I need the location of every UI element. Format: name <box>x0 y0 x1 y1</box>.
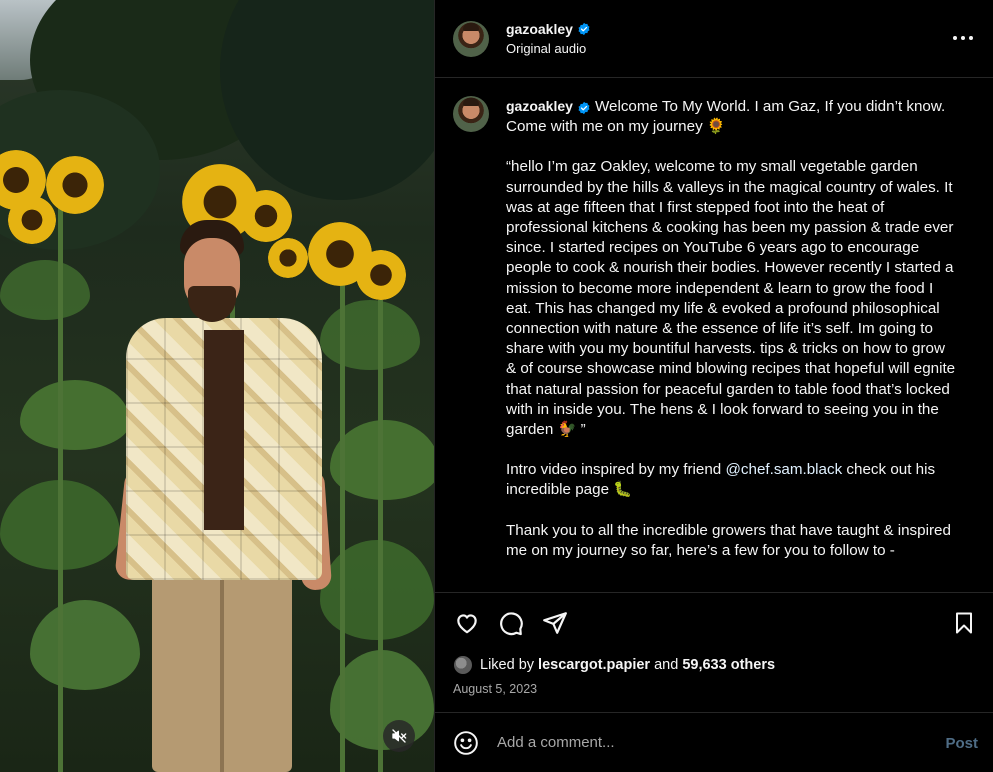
tree-foliage <box>220 0 434 200</box>
person-figure <box>114 220 333 772</box>
emoji-button[interactable] <box>453 730 479 756</box>
caption-paragraph: “hello I’m gaz Oakley, welcome to my sma… <box>506 158 960 439</box>
post-media[interactable] <box>0 0 434 772</box>
caption-section: gazoakley Welcome To My World. I am Gaz,… <box>435 78 993 592</box>
mention-link[interactable]: @chef.sam.black <box>725 461 842 478</box>
post-comment-button[interactable]: Post <box>945 735 978 752</box>
sunflower <box>356 250 406 300</box>
likes-prefix: Liked by <box>480 657 535 673</box>
leaf <box>0 260 90 320</box>
leaf <box>320 300 420 370</box>
action-bar <box>435 592 993 652</box>
post-panel: gazoakley Original audio gazoakley Welco… <box>434 0 993 772</box>
caption-text-span: Intro video inspired by my friend <box>506 461 726 479</box>
more-options-icon <box>953 36 957 40</box>
verified-badge-icon <box>578 101 590 115</box>
caption-username[interactable]: gazoakley <box>506 96 573 116</box>
save-button[interactable] <box>950 609 978 637</box>
comment-icon <box>500 612 523 636</box>
comment-input[interactable] <box>497 734 917 751</box>
comment-bar: Post <box>435 712 993 772</box>
leaf <box>20 380 130 450</box>
sunflower-stem <box>58 200 63 772</box>
caption-text: gazoakley Welcome To My World. I am Gaz,… <box>506 96 958 592</box>
sunflower <box>8 196 56 244</box>
caption-paragraph: Intro video inspired by my friend @chef.… <box>506 460 958 500</box>
post-date[interactable]: August 5, 2023 <box>453 682 537 696</box>
comment-button[interactable] <box>497 609 525 637</box>
liker-username[interactable]: lescargot.papier <box>538 657 650 673</box>
share-icon <box>543 612 567 634</box>
emoji-icon <box>454 730 478 755</box>
like-button[interactable] <box>453 609 481 637</box>
verified-badge-icon <box>578 22 590 36</box>
author-username-row: gazoakley <box>506 21 591 37</box>
likes-summary: Liked by lescargot.papier and 59,633 oth… <box>453 655 775 675</box>
mute-icon <box>392 729 407 743</box>
sunflower <box>46 156 104 214</box>
author-info: gazoakley Original audio <box>506 21 591 56</box>
post-header: gazoakley Original audio <box>435 0 993 78</box>
bookmark-icon <box>956 612 972 634</box>
sunflower-stem <box>340 270 345 772</box>
author-username[interactable]: gazoakley <box>506 21 573 37</box>
sunflower-stem <box>378 300 383 772</box>
audio-label[interactable]: Original audio <box>506 41 591 56</box>
caption-paragraph: Thank you to all the incredible growers … <box>506 521 956 559</box>
caption-username-row: gazoakley <box>506 96 591 116</box>
heart-icon <box>457 614 477 634</box>
liker-avatar[interactable] <box>453 655 473 675</box>
leaf <box>320 540 434 640</box>
mute-button[interactable] <box>383 720 415 752</box>
share-button[interactable] <box>541 609 569 637</box>
likes-count[interactable]: 59,633 others <box>682 657 775 673</box>
caption-author-avatar[interactable] <box>453 96 489 132</box>
author-avatar[interactable] <box>453 20 489 57</box>
likes-and: and <box>654 657 679 673</box>
more-options-button[interactable] <box>953 28 973 48</box>
